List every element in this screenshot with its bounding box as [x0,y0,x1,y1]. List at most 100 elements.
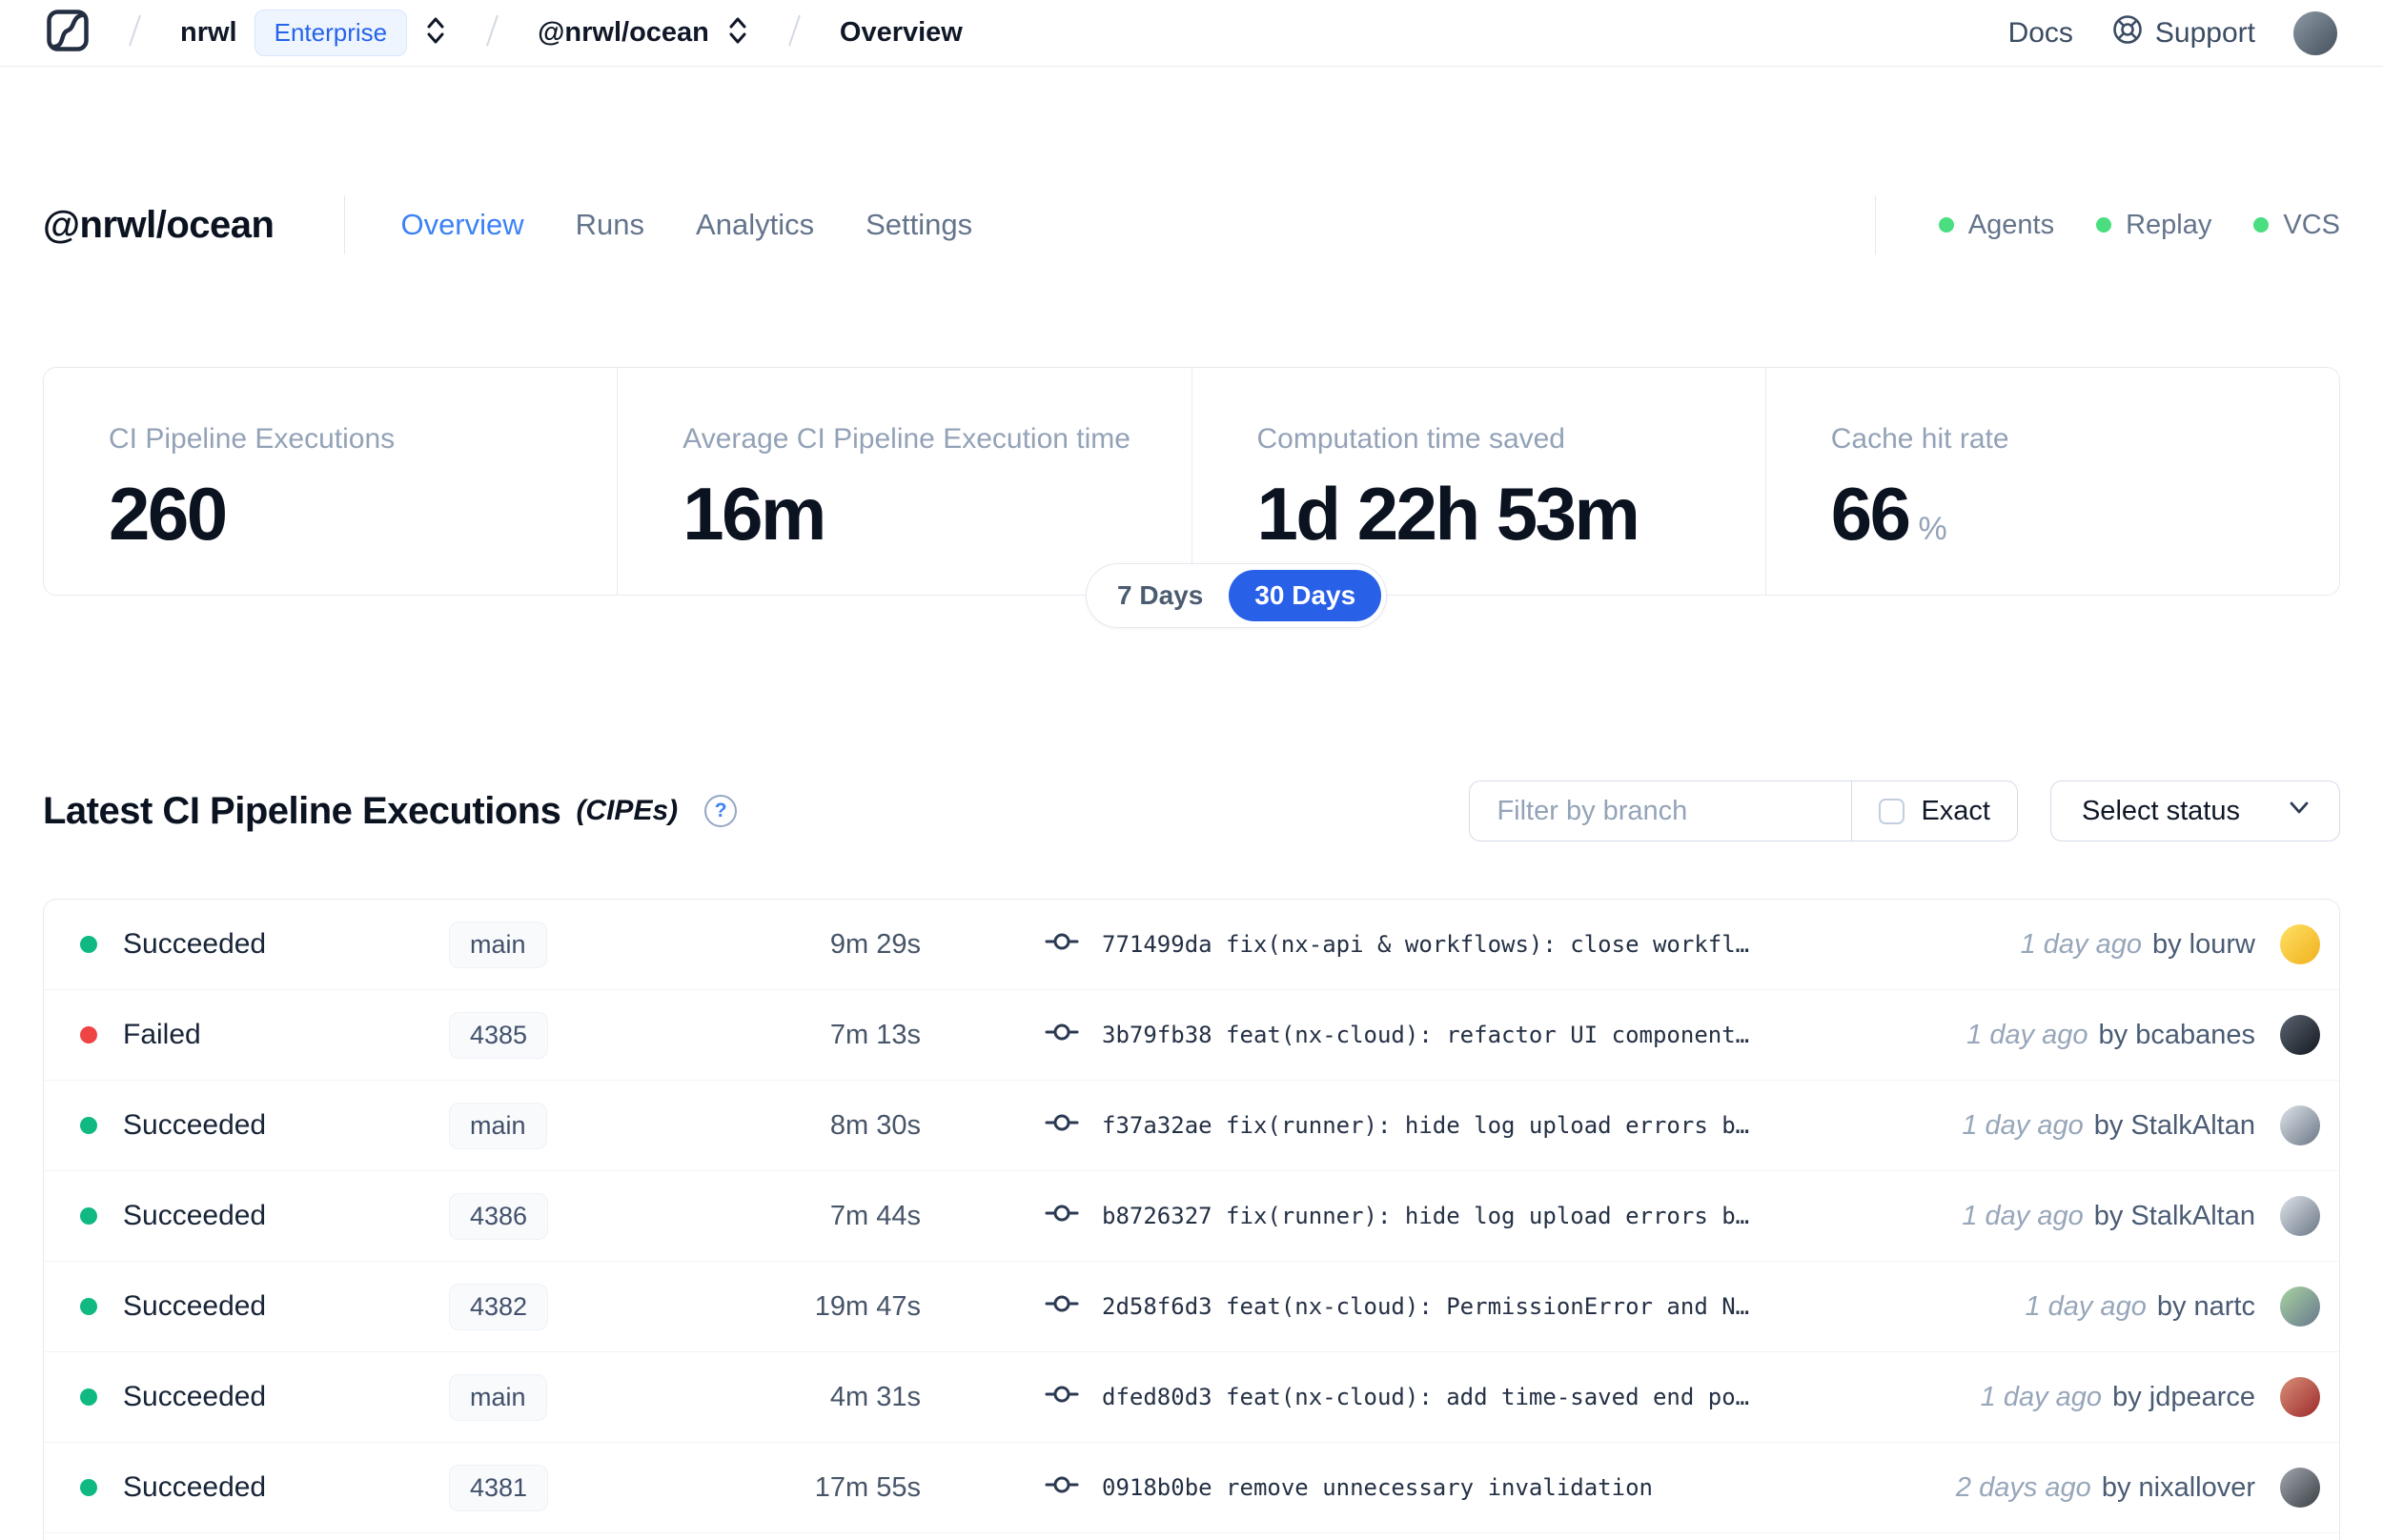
range-option-30-days-selected[interactable]: 30 Days [1229,570,1382,621]
meta-cell: 1 day ago by jdpearce [1981,1377,2339,1417]
branch-cell: main [449,1373,654,1421]
enterprise-badge: Enterprise [254,10,408,56]
breadcrumb-page: Overview [839,17,963,48]
cipe-row[interactable]: Succeeded main 8m 30s f37a32ae fix(runne… [44,1081,2339,1171]
branch-cell: main [449,1102,654,1149]
status-cell: Succeeded [44,1381,449,1413]
cipe-row[interactable]: Succeeded main 9m 29s 771499da fix(nx-ap… [44,900,2339,990]
author: by nartc [2156,1290,2255,1322]
author-avatar [2280,1015,2320,1055]
service-status-label: Replay [2126,209,2212,240]
exact-match-control: Exact [1851,781,2017,841]
chevron-up-down-icon[interactable] [424,14,447,51]
tab[interactable]: Runs [576,208,644,242]
author-avatar [2280,1377,2320,1417]
support-link-label: Support [2154,16,2255,49]
workspace-tabs: Overview Runs Analytics Settings [400,208,972,242]
stat-card: Average CI Pipeline Execution time 16m [617,368,1191,595]
service-status[interactable]: Agents [1938,210,2054,241]
duration-cell: 17m 55s [814,1471,921,1503]
stat-label: Computation time saved [1256,423,1566,455]
commit-message: 771499da fix(nx-api & workflows): close … [1102,931,1750,958]
chevron-down-icon [2286,794,2312,828]
status-cell: Succeeded [44,1109,449,1142]
status-cell: Succeeded [44,1471,449,1504]
stat-card: Computation time saved 1d 22h 53m [1191,368,1765,595]
commit-cell: dfed80d3 feat(nx-cloud): add time-saved … [1045,1377,1749,1417]
user-avatar[interactable] [2293,10,2337,55]
cipe-row[interactable]: Succeeded main 4m 31s dfed80d3 feat(nx-c… [44,1352,2339,1443]
status-dot-icon [80,936,97,953]
nx-cloud-logo-icon[interactable] [46,9,90,57]
exact-checkbox[interactable] [1879,798,1905,824]
chevron-up-down-icon[interactable] [726,14,749,51]
status-label: Succeeded [123,928,267,960]
service-status[interactable]: VCS [2253,210,2340,241]
time-ago: 1 day ago [1962,1200,2084,1231]
docs-link-label: Docs [2007,16,2073,49]
tab[interactable]: Analytics [696,208,814,242]
stat-value: 260 [109,472,228,556]
branch-badge: 4382 [449,1283,549,1330]
commit-message: b8726327 fix(runner): hide log upload er… [1102,1203,1750,1229]
services-divider [1874,195,1876,254]
tab[interactable]: Overview [400,208,523,242]
status-label: Succeeded [123,1471,267,1503]
tab[interactable]: Settings [866,208,972,242]
status-cell: Succeeded [44,1290,449,1323]
page-title: @nrwl/ocean [43,203,275,246]
cipe-table: Succeeded main 9m 29s 771499da fix(nx-ap… [43,899,2340,1540]
author: by StalkAltan [2093,1109,2255,1141]
time-ago: 1 day ago [1980,1381,2103,1412]
git-commit-icon [1045,1196,1079,1236]
status-select-dropdown[interactable]: Select status [2049,780,2340,841]
service-status[interactable]: Replay [2096,210,2211,241]
org-selector[interactable]: nrwl Enterprise [180,10,447,56]
commit-message: 2d58f6d3 feat(nx-cloud): PermissionError… [1102,1293,1750,1320]
commit-message: dfed80d3 feat(nx-cloud): add time-saved … [1102,1384,1750,1410]
service-status-label: VCS [2283,209,2340,240]
stat-value: 66% [1830,472,1947,556]
stat-card: Cache hit rate 66% [1764,368,2339,595]
duration-cell: 8m 30s [829,1109,921,1141]
exact-checkbox-label[interactable]: Exact [1921,796,1990,827]
stat-label: CI Pipeline Executions [109,423,396,455]
cipe-row[interactable]: Failed 4385 7m 13s 3b79fb38 feat(nx-clou… [44,990,2339,1081]
status-dot-icon [80,1388,97,1406]
branch-badge: 4381 [449,1464,549,1511]
author: by nixallover [2101,1471,2255,1503]
support-link[interactable]: Support [2111,13,2255,53]
stat-card: CI Pipeline Executions 260 [44,368,617,595]
header-divider [344,195,346,254]
workspace-selector[interactable]: @nrwl/ocean [538,14,749,51]
author: by bcabanes [2098,1019,2255,1050]
stat-suffix: % [1918,511,1947,547]
commit-message: 0918b0be remove unnecessary invalidation [1102,1474,1653,1501]
cipe-row[interactable]: Succeeded 4382 19m 47s 2d58f6d3 feat(nx-… [44,1262,2339,1352]
status-select-label: Select status [2081,795,2240,826]
top-navigation-bar: nrwl Enterprise @nrwl/ocean Overview Doc… [0,0,2383,67]
status-label: Succeeded [123,1200,267,1231]
date-range-toggle: 7 Days 30 Days [1086,563,1388,628]
time-ago: 1 day ago [1966,1019,2088,1050]
branch-cell: 4382 [449,1283,654,1330]
commit-cell: f37a32ae fix(runner): hide log upload er… [1045,1105,1749,1145]
branch-badge: main [449,921,547,968]
cipe-row[interactable]: Succeeded 4381 17m 55s 0918b0be remove u… [44,1443,2339,1533]
duration-cell: 7m 13s [829,1019,921,1050]
docs-link[interactable]: Docs [2008,17,2073,50]
commit-message: f37a32ae fix(runner): hide log upload er… [1102,1112,1750,1139]
cipes-title: Latest CI Pipeline Executions [43,789,561,832]
status-dot-icon [80,1479,97,1496]
stats-cards: CI Pipeline Executions 260 Average CI Pi… [43,367,2340,596]
help-icon[interactable]: ? [704,795,738,827]
range-option-7-days[interactable]: 7 Days [1091,570,1229,621]
author-avatar [2280,1287,2320,1327]
branch-filter-input[interactable] [1470,781,1852,841]
status-dot-icon [80,1026,97,1044]
meta-cell: 1 day ago by StalkAltan [1962,1105,2339,1145]
cipes-section-header: Latest CI Pipeline Executions (CIPEs) ? … [43,770,2340,852]
branch-filter-group: Exact [1469,780,2018,841]
cipe-row[interactable]: Succeeded 4386 7m 44s b8726327 fix(runne… [44,1171,2339,1262]
duration-cell: 4m 31s [829,1381,921,1412]
